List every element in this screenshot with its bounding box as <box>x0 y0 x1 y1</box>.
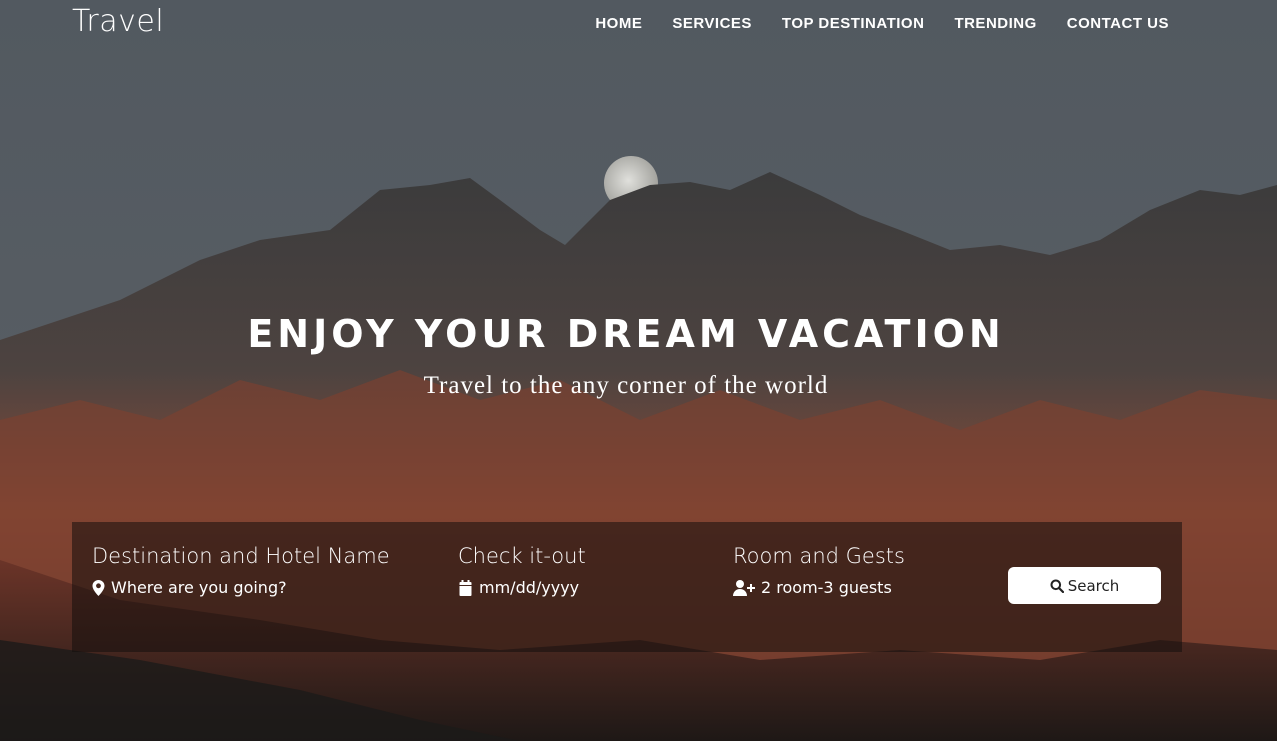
destination-placeholder: Where are you going? <box>111 578 287 597</box>
site-logo[interactable]: Travel <box>72 4 164 39</box>
search-button-label: Search <box>1067 576 1120 595</box>
hero-section: Travel HOME SERVICES TOP DESTINATION TRE… <box>0 0 1277 741</box>
hero-title: ENJOY YOUR DREAM VACATION <box>247 312 1005 356</box>
hero-subtitle: Travel to the any corner of the world <box>423 372 829 399</box>
nav-home[interactable]: HOME <box>595 15 642 32</box>
destination-field[interactable]: Destination and Hotel Name Where are you… <box>92 544 390 597</box>
nav-services[interactable]: SERVICES <box>672 15 752 32</box>
checkout-label: Check it-out <box>458 544 586 568</box>
rooms-value: 2 room-3 guests <box>761 578 892 597</box>
checkout-placeholder: mm/dd/yyyy <box>479 578 580 597</box>
rooms-input[interactable]: 2 room-3 guests <box>733 578 905 597</box>
search-panel: Destination and Hotel Name Where are you… <box>72 522 1182 652</box>
destination-input[interactable]: Where are you going? <box>92 578 390 597</box>
map-marker-icon <box>92 579 105 596</box>
destination-label: Destination and Hotel Name <box>92 544 390 568</box>
calendar-icon <box>459 579 472 596</box>
rooms-field[interactable]: Room and Gests 2 room-3 guests <box>733 544 905 597</box>
rooms-label: Room and Gests <box>733 544 905 568</box>
checkout-input[interactable]: mm/dd/yyyy <box>458 578 586 597</box>
nav-contact-us[interactable]: CONTACT US <box>1067 15 1169 32</box>
search-button[interactable]: Search <box>1008 567 1161 604</box>
checkout-field[interactable]: Check it-out mm/dd/yyyy <box>458 544 586 597</box>
main-nav: HOME SERVICES TOP DESTINATION TRENDING C… <box>595 15 1169 32</box>
nav-top-destination[interactable]: TOP DESTINATION <box>782 15 925 32</box>
nav-trending[interactable]: TRENDING <box>954 15 1036 32</box>
search-icon <box>1050 579 1064 593</box>
user-plus-icon <box>733 579 755 596</box>
